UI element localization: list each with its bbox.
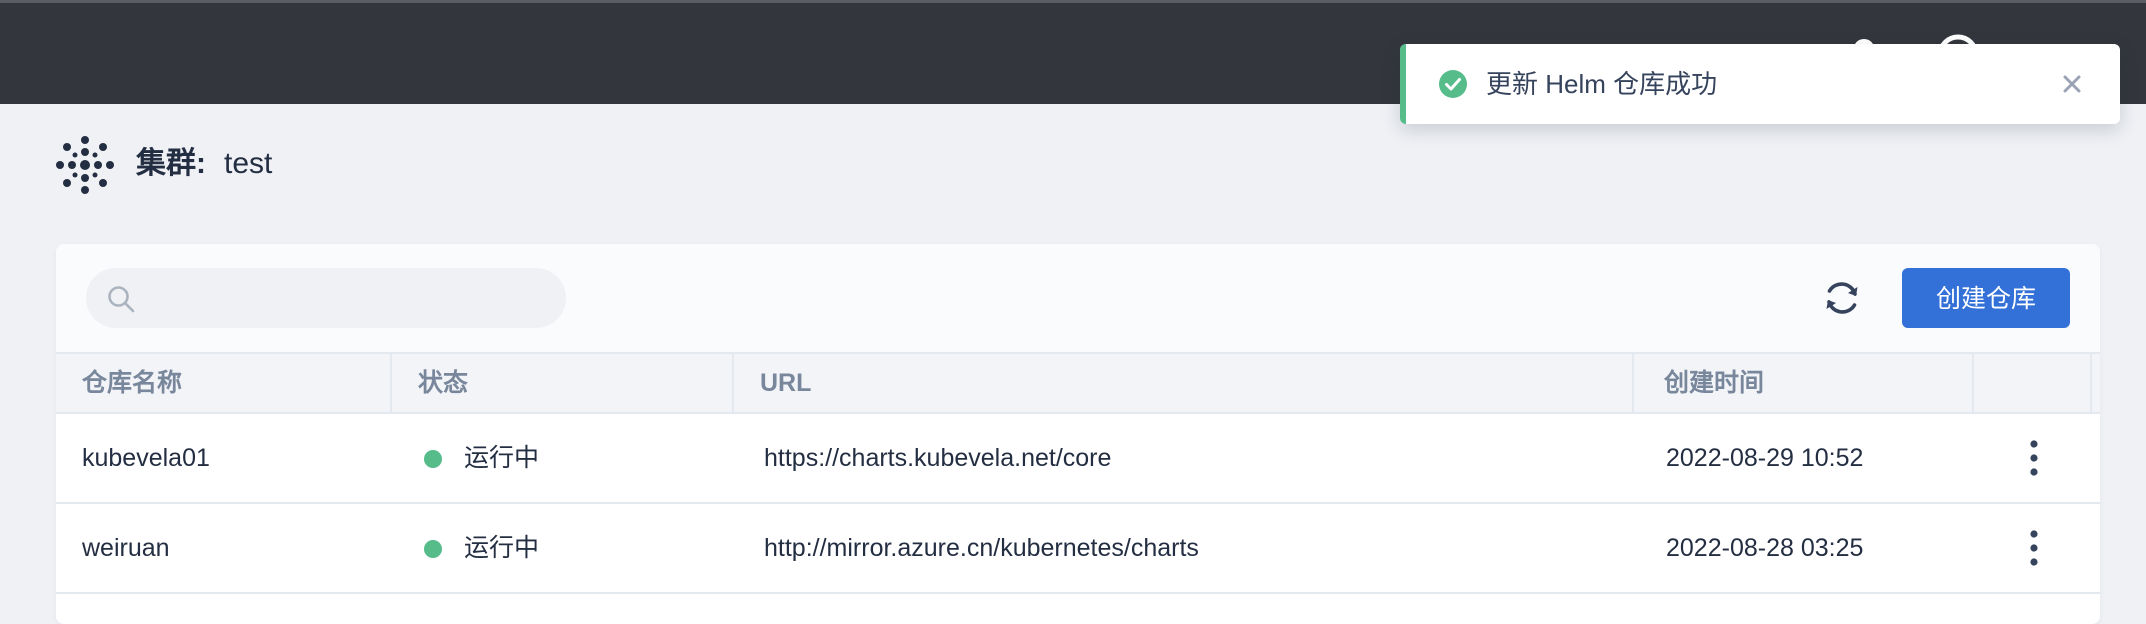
- search-input[interactable]: [86, 268, 566, 328]
- toast-accent-bar: [1400, 44, 1406, 124]
- refresh-icon[interactable]: [1818, 274, 1866, 322]
- toast-message: 更新 Helm 仓库成功: [1486, 69, 1718, 99]
- table-header: 仓库名称 状态 URL 创建时间: [56, 352, 2100, 414]
- success-toast: 更新 Helm 仓库成功: [1400, 44, 2120, 124]
- table-toolbar: 创建仓库: [56, 244, 2100, 352]
- table-row[interactable]: kubevela01 运行中 https://charts.kubevela.n…: [56, 414, 2100, 504]
- status-dot: [424, 450, 442, 468]
- header-url[interactable]: URL: [732, 354, 1632, 412]
- cluster-label: 集群:: [136, 147, 206, 180]
- header-actions: [1972, 354, 2090, 412]
- repo-status: 运行中: [464, 444, 540, 472]
- cluster-name: test: [224, 147, 273, 180]
- repo-url: https://charts.kubevela.net/core: [764, 444, 1112, 472]
- repo-status: 运行中: [464, 534, 540, 562]
- close-icon[interactable]: [2056, 68, 2088, 100]
- repo-created-time: 2022-08-28 03:25: [1666, 534, 1864, 562]
- create-repository-button[interactable]: 创建仓库: [1902, 268, 2070, 328]
- header-repo-name[interactable]: 仓库名称: [56, 354, 390, 412]
- header-status[interactable]: 状态: [390, 354, 732, 412]
- repo-name[interactable]: kubevela01: [82, 414, 210, 502]
- repo-url: http://mirror.azure.cn/kubernetes/charts: [764, 534, 1199, 562]
- header-end: [2090, 354, 2100, 412]
- repo-created-time: 2022-08-29 10:52: [1666, 444, 1864, 472]
- repo-name[interactable]: weiruan: [82, 504, 170, 592]
- check-circle-icon: [1439, 70, 1467, 98]
- header-created-time[interactable]: 创建时间: [1632, 354, 1972, 412]
- status-dot: [424, 540, 442, 558]
- more-vertical-icon[interactable]: [2022, 438, 2046, 478]
- cluster-icon: [56, 136, 114, 194]
- more-vertical-icon[interactable]: [2022, 528, 2046, 568]
- repository-panel: 创建仓库 仓库名称 状态 URL 创建时间 kubevela01 运行中 htt…: [56, 244, 2100, 624]
- table-row[interactable]: weiruan 运行中 http://mirror.azure.cn/kuber…: [56, 504, 2100, 594]
